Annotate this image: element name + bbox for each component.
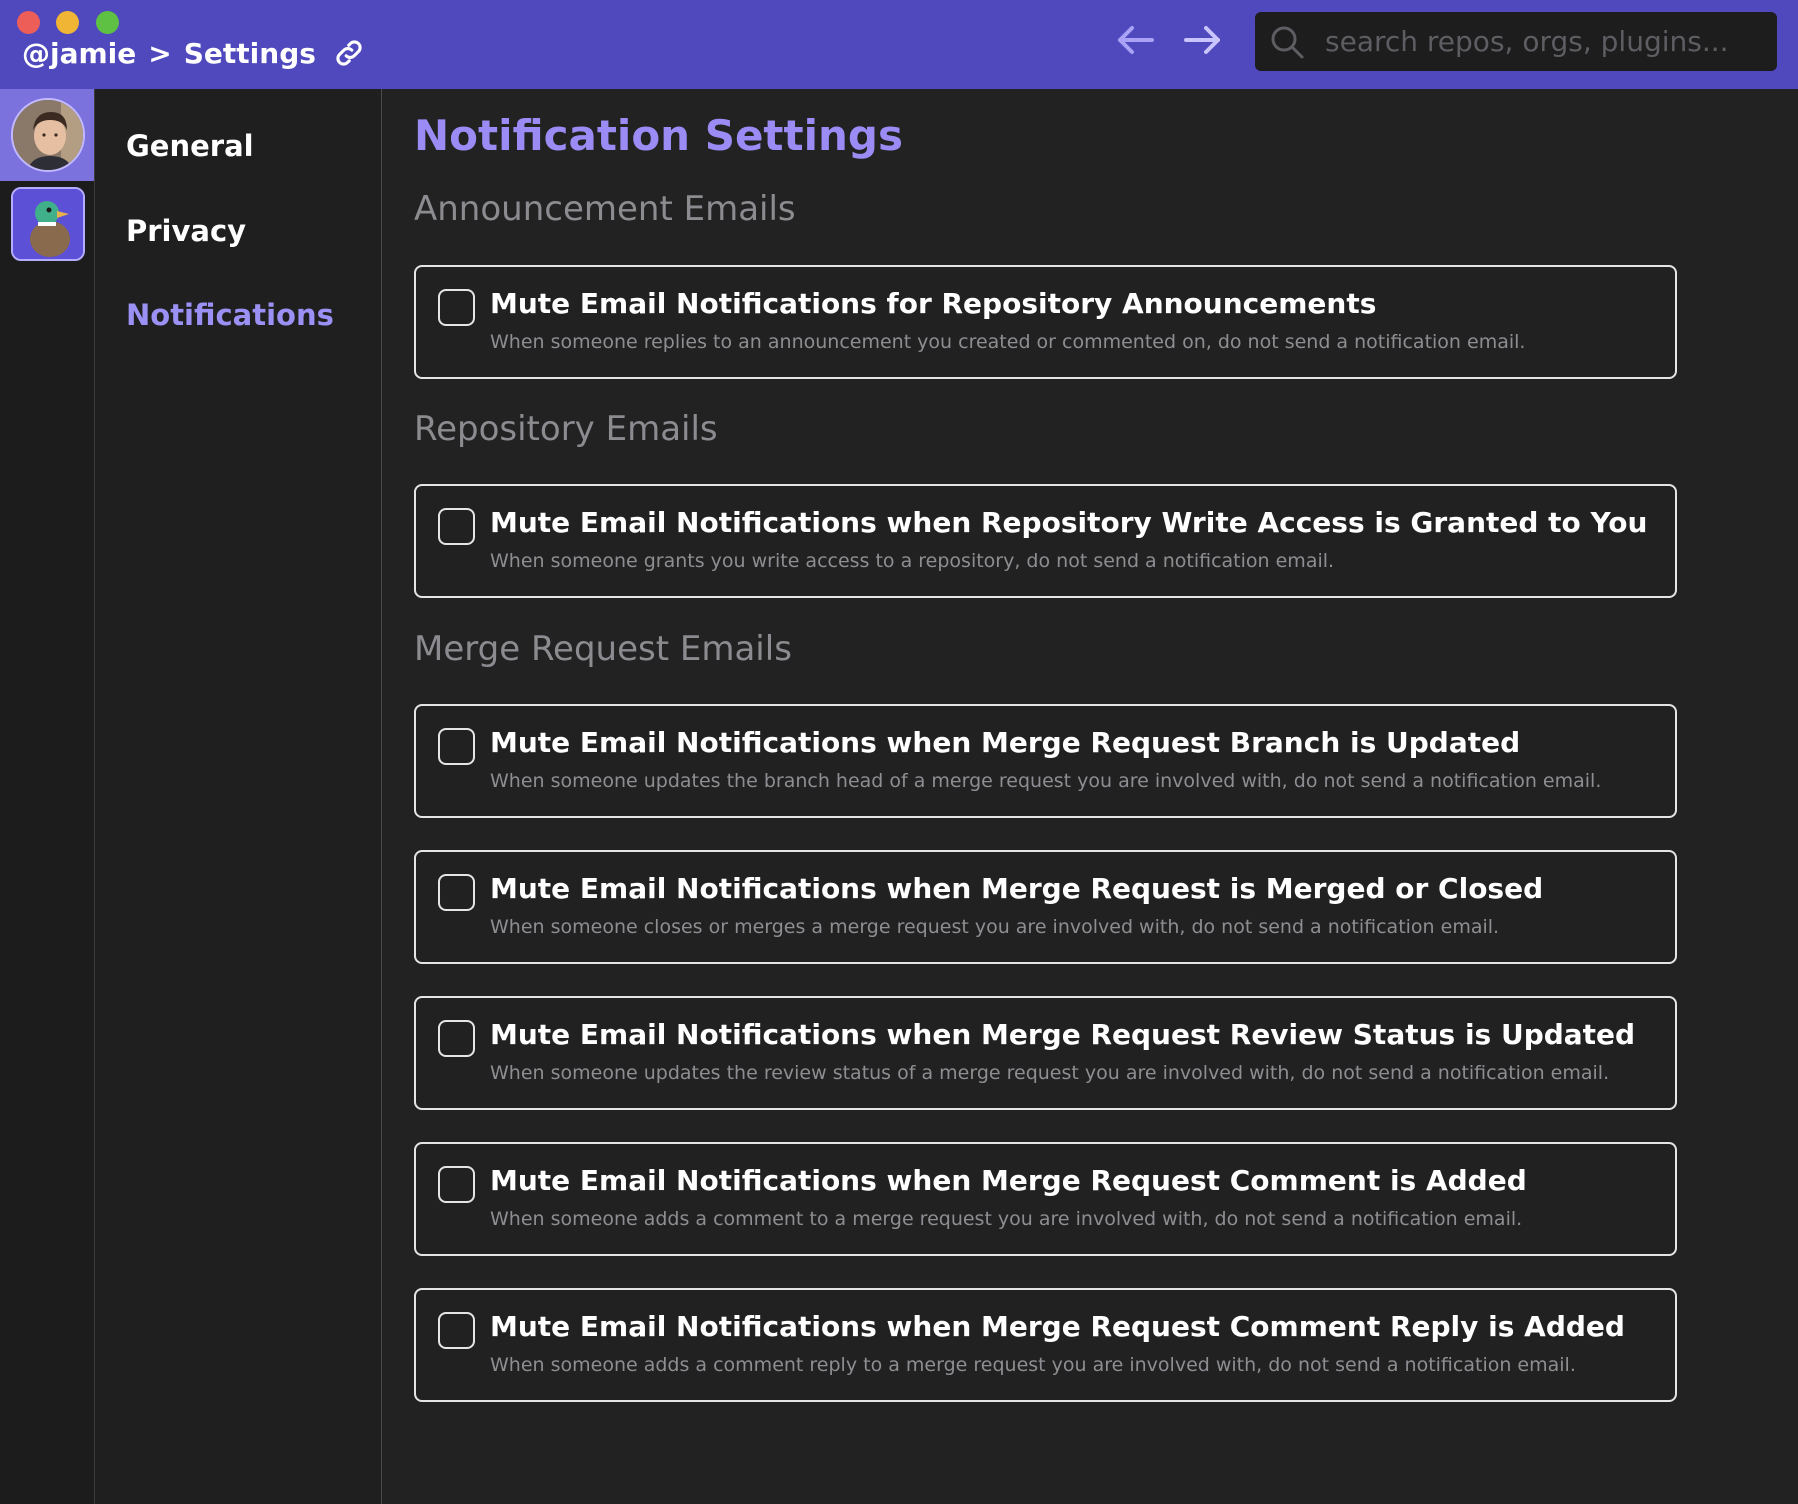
- setting-title: Mute Email Notifications when Merge Requ…: [490, 872, 1544, 905]
- setting-card-review-status[interactable]: Mute Email Notifications when Merge Requ…: [414, 996, 1677, 1110]
- close-window-button[interactable]: [17, 11, 40, 34]
- rail-item-org[interactable]: [0, 181, 94, 273]
- sidebar-item-privacy[interactable]: Privacy: [126, 214, 246, 248]
- setting-description: When someone grants you write access to …: [490, 550, 1335, 572]
- sidebar-item-general[interactable]: General: [126, 129, 254, 163]
- duck-logo-image: [13, 189, 83, 259]
- org-logo: [11, 187, 85, 261]
- setting-card-branch-updated[interactable]: Mute Email Notifications when Merge Requ…: [414, 704, 1677, 818]
- section-title-merge-request: Merge Request Emails: [414, 629, 792, 669]
- setting-description: When someone replies to an announcement …: [490, 331, 1526, 353]
- page-title: Notification Settings: [414, 111, 903, 160]
- search-bar[interactable]: [1255, 12, 1777, 71]
- breadcrumb-separator: >: [148, 36, 172, 70]
- mute-branch-updated-checkbox[interactable]: [438, 728, 475, 765]
- mute-merged-closed-checkbox[interactable]: [438, 874, 475, 911]
- sidebar-item-notifications[interactable]: Notifications: [126, 298, 334, 332]
- avatar: [11, 98, 85, 172]
- setting-description: When someone closes or merges a merge re…: [490, 916, 1500, 938]
- section-title-announcement: Announcement Emails: [414, 189, 796, 229]
- setting-title: Mute Email Notifications for Repository …: [490, 287, 1377, 320]
- setting-title: Mute Email Notifications when Merge Requ…: [490, 1310, 1625, 1343]
- setting-card-merged-closed[interactable]: Mute Email Notifications when Merge Requ…: [414, 850, 1677, 964]
- breadcrumb-user[interactable]: @jamie: [22, 37, 136, 70]
- search-input[interactable]: [1325, 25, 1765, 58]
- setting-card-write-access[interactable]: Mute Email Notifications when Repository…: [414, 484, 1677, 598]
- section-title-repository: Repository Emails: [414, 409, 718, 449]
- account-rail: [0, 89, 95, 1504]
- link-icon[interactable]: [332, 36, 366, 70]
- search-icon: [1271, 26, 1304, 58]
- mute-comment-added-checkbox[interactable]: [438, 1166, 475, 1203]
- mute-comment-reply-checkbox[interactable]: [438, 1312, 475, 1349]
- setting-title: Mute Email Notifications when Merge Requ…: [490, 1018, 1636, 1051]
- setting-title: Mute Email Notifications when Merge Requ…: [490, 1164, 1527, 1197]
- setting-description: When someone adds a comment to a merge r…: [490, 1208, 1523, 1230]
- mute-review-status-checkbox[interactable]: [438, 1020, 475, 1057]
- breadcrumb-page: Settings: [183, 36, 316, 70]
- setting-description: When someone updates the branch head of …: [490, 770, 1602, 792]
- back-arrow-icon[interactable]: [1112, 20, 1158, 60]
- setting-description: When someone adds a comment reply to a m…: [490, 1354, 1576, 1376]
- title-bar: @jamie > Settings: [0, 0, 1798, 89]
- setting-title: Mute Email Notifications when Merge Requ…: [490, 726, 1521, 759]
- minimize-window-button[interactable]: [56, 11, 79, 34]
- setting-card-comment-added[interactable]: Mute Email Notifications when Merge Requ…: [414, 1142, 1677, 1256]
- settings-nav: General Privacy Notifications: [95, 89, 382, 1504]
- mute-announcements-checkbox[interactable]: [438, 289, 475, 326]
- maximize-window-button[interactable]: [96, 11, 119, 34]
- setting-card-comment-reply[interactable]: Mute Email Notifications when Merge Requ…: [414, 1288, 1677, 1402]
- breadcrumb: @jamie > Settings: [22, 32, 366, 74]
- avatar-image: [13, 100, 83, 170]
- setting-title: Mute Email Notifications when Repository…: [490, 506, 1648, 539]
- main-content: Notification Settings Announcement Email…: [383, 89, 1798, 1504]
- setting-description: When someone updates the review status o…: [490, 1062, 1610, 1084]
- rail-item-user[interactable]: [0, 89, 94, 181]
- forward-arrow-icon[interactable]: [1180, 20, 1226, 60]
- mute-write-access-checkbox[interactable]: [438, 508, 475, 545]
- setting-card-announcements[interactable]: Mute Email Notifications for Repository …: [414, 265, 1677, 379]
